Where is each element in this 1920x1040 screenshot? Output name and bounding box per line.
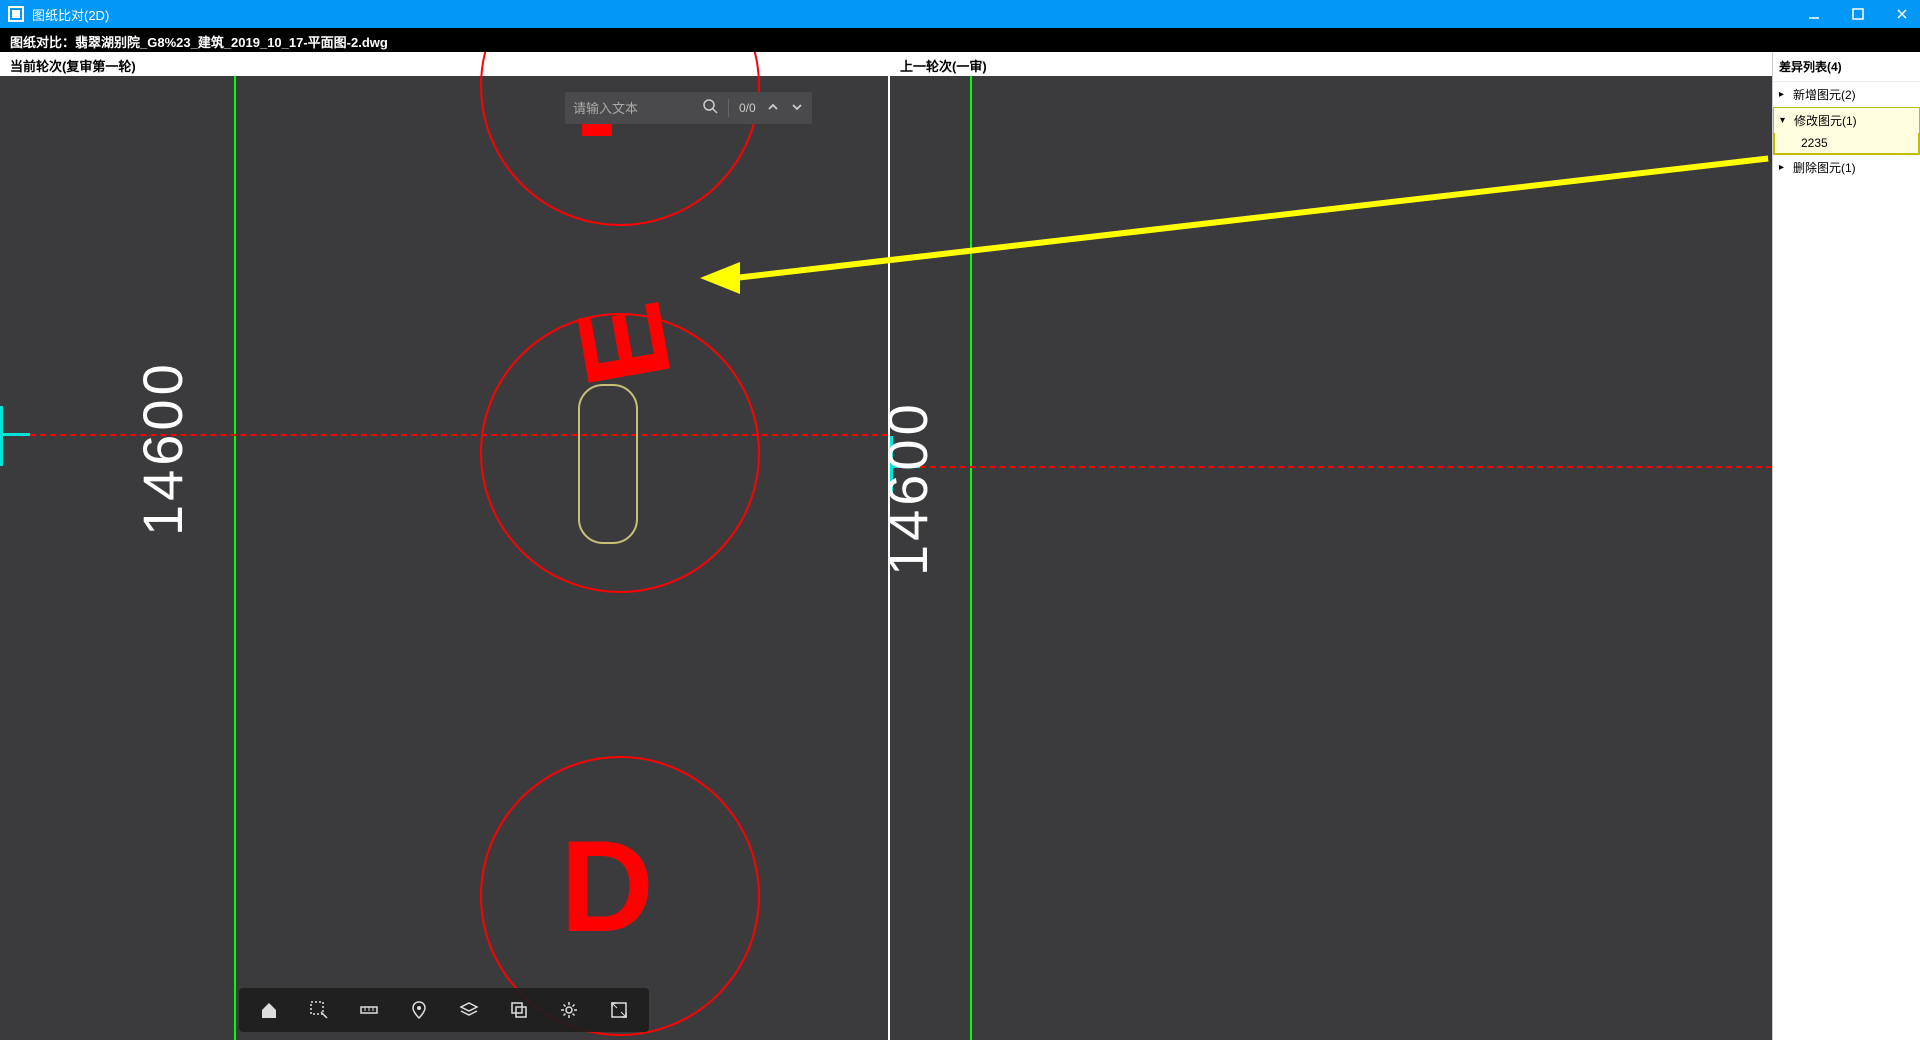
search-input[interactable] bbox=[573, 101, 693, 116]
file-path-bar: 图纸对比：翡翠湖别院_G8%23_建筑_2019_10_17-平面图-2.dwg bbox=[0, 28, 1920, 52]
viewport-previous-header: 上一轮次(一审) bbox=[890, 52, 1772, 76]
fullscreen-button[interactable] bbox=[605, 996, 633, 1024]
toolbar-dock bbox=[239, 988, 649, 1032]
dimension-text: 14600 bbox=[130, 360, 195, 536]
canvas-left[interactable]: E D 14600 bbox=[0, 76, 888, 1040]
grid-label-d: D bbox=[560, 821, 654, 951]
measure-button[interactable] bbox=[355, 996, 383, 1024]
titlebar: 图纸比对(2D) bbox=[0, 0, 1920, 28]
grid-line-horizontal bbox=[890, 466, 1772, 468]
diff-sidebar: 差异列表(4) ▸ 新增图元(2) ▾ 修改图元(1) 2235 ▸ 删除图元(… bbox=[1772, 52, 1920, 1040]
dimension-text: 14600 bbox=[890, 400, 940, 576]
diff-item[interactable]: 2235 bbox=[1774, 133, 1919, 154]
locate-button[interactable] bbox=[405, 996, 433, 1024]
diff-group-modified[interactable]: ▾ 修改图元(1) bbox=[1774, 108, 1919, 133]
maximize-button[interactable] bbox=[1848, 4, 1868, 24]
layers-button[interactable] bbox=[455, 996, 483, 1024]
diff-item-id: 2235 bbox=[1801, 136, 1828, 150]
copy-button[interactable] bbox=[505, 996, 533, 1024]
settings-button[interactable] bbox=[555, 996, 583, 1024]
canvas-right[interactable]: 14600 bbox=[890, 76, 1772, 1040]
diff-group-label: 修改图元(1) bbox=[1794, 112, 1857, 129]
marker-cross-v bbox=[0, 406, 3, 466]
divider bbox=[728, 99, 729, 117]
viewport-current[interactable]: 当前轮次(复审第一轮) E D 14600 bbox=[0, 52, 890, 1040]
column-outline bbox=[578, 384, 638, 544]
grid-bubble bbox=[480, 52, 760, 226]
search-count: 0/0 bbox=[739, 101, 756, 115]
zoom-region-button[interactable] bbox=[305, 996, 333, 1024]
chevron-right-icon: ▸ bbox=[1779, 162, 1789, 173]
diff-group-added[interactable]: ▸ 新增图元(2) bbox=[1773, 82, 1920, 107]
chevron-down-icon: ▾ bbox=[1780, 115, 1790, 126]
search-icon[interactable] bbox=[703, 99, 718, 118]
window-title: 图纸比对(2D) bbox=[32, 5, 1804, 24]
diff-group-label: 删除图元(1) bbox=[1793, 159, 1856, 176]
diff-group-label: 新增图元(2) bbox=[1793, 86, 1856, 103]
chevron-right-icon: ▸ bbox=[1779, 89, 1789, 100]
home-button[interactable] bbox=[255, 996, 283, 1024]
diff-sidebar-header: 差异列表(4) bbox=[1773, 52, 1920, 82]
viewport-previous[interactable]: 上一轮次(一审) 14600 bbox=[890, 52, 1772, 1040]
app-icon bbox=[8, 6, 24, 22]
diff-group-deleted[interactable]: ▸ 删除图元(1) bbox=[1773, 155, 1920, 180]
search-prev-button[interactable] bbox=[766, 100, 780, 117]
minimize-button[interactable] bbox=[1804, 4, 1824, 24]
search-next-button[interactable] bbox=[790, 100, 804, 117]
marker-cross-h bbox=[0, 433, 30, 436]
grid-line-vertical bbox=[234, 76, 236, 1040]
grid-line-vertical bbox=[970, 76, 972, 1040]
search-bar: 0/0 bbox=[565, 92, 812, 124]
close-button[interactable] bbox=[1892, 4, 1912, 24]
